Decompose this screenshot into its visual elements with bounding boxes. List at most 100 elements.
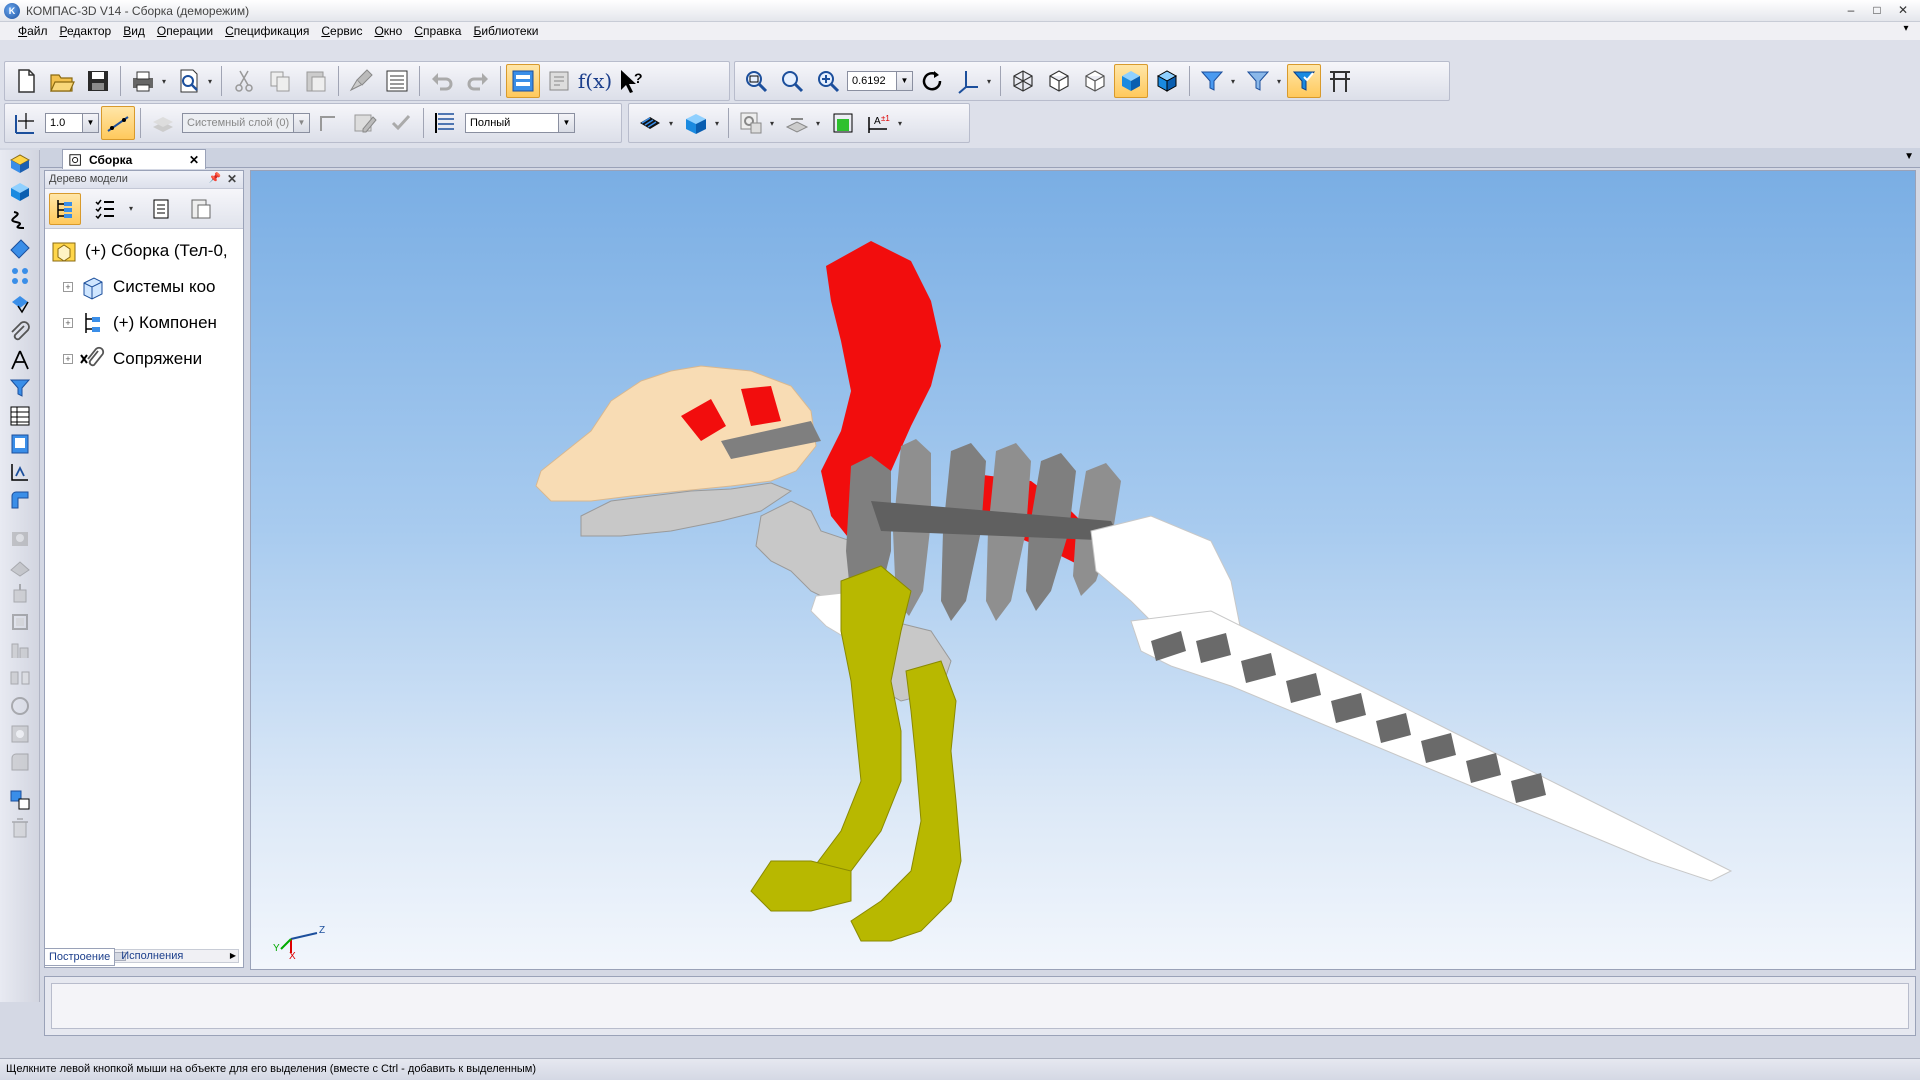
tab-versions[interactable]: Исполнения [117, 948, 187, 966]
create-object-button[interactable] [384, 106, 418, 140]
hidden-lines-button[interactable] [1042, 64, 1076, 98]
filter-dropdown-icon[interactable]: ▾ [1231, 77, 1239, 86]
tree-document-button[interactable] [145, 193, 177, 225]
variables-manager-button[interactable] [542, 64, 576, 98]
thin-hidden-lines-button[interactable] [1078, 64, 1112, 98]
edit-sketch-button[interactable] [348, 106, 382, 140]
tree-item-assembly[interactable]: (+) Сборка (Тел-0, [49, 233, 239, 269]
color-button[interactable] [679, 106, 713, 140]
zoom-dynamic-button[interactable] [775, 64, 809, 98]
dimension-dropdown-icon[interactable]: ▾ [898, 119, 906, 128]
pin-icon[interactable]: 📌 [209, 173, 221, 184]
sheet-metal-button[interactable] [4, 486, 36, 514]
reports-button[interactable] [4, 430, 36, 458]
view-manager-button[interactable] [734, 106, 768, 140]
model-tree-toggle-button[interactable] [506, 64, 540, 98]
mates-button[interactable] [4, 318, 36, 346]
layer-combo[interactable]: Системный слой (0) ▼ [182, 113, 310, 133]
component-manager-button[interactable] [4, 786, 36, 814]
snap-point-button[interactable] [9, 106, 43, 140]
select-all-filter-button[interactable] [1287, 64, 1321, 98]
orientation-dropdown-icon[interactable]: ▾ [987, 77, 995, 86]
copy-button[interactable] [263, 64, 297, 98]
bounding-box-button[interactable] [826, 106, 860, 140]
minimize-button[interactable]: – [1840, 2, 1862, 19]
tree-item-components[interactable]: + (+) Компонен [49, 305, 239, 341]
menu-specification[interactable]: Спецификация [219, 22, 315, 40]
fillet-button[interactable] [4, 748, 36, 776]
step-combo[interactable]: 1.0 ▼ [45, 113, 99, 133]
menu-view[interactable]: Вид [117, 22, 151, 40]
tree-item-mates[interactable]: + Сопряжени [49, 341, 239, 377]
rib-button[interactable] [4, 636, 36, 664]
orientation-button[interactable] [951, 64, 985, 98]
display-mode-button[interactable] [429, 106, 463, 140]
expand-icon[interactable]: + [63, 282, 73, 292]
tabs-menu-icon[interactable]: ▼ [1904, 151, 1914, 162]
measure-button[interactable] [1323, 64, 1357, 98]
hole-button[interactable] [4, 720, 36, 748]
menu-libraries[interactable]: Библиотеки [467, 22, 544, 40]
t-rex-model[interactable] [251, 171, 1916, 970]
legs[interactable] [750, 565, 962, 942]
selection-filters-button[interactable] [4, 374, 36, 402]
display-mode-combo[interactable]: Полный ▼ [465, 113, 575, 133]
spatial-curves-button[interactable] [4, 206, 36, 234]
shaded-button[interactable] [1114, 64, 1148, 98]
wireframe-button[interactable] [1006, 64, 1040, 98]
menu-window[interactable]: Окно [368, 22, 408, 40]
zoom-scale-combo[interactable]: 0.6192 ▼ [847, 71, 913, 91]
tree-properties-button[interactable] [185, 193, 217, 225]
rotate-button[interactable] [915, 64, 949, 98]
tab-construction[interactable]: Построение [44, 948, 116, 966]
3d-viewport[interactable]: Z Y X [250, 170, 1916, 970]
section-dropdown-icon[interactable]: ▾ [816, 119, 824, 128]
mirror-button[interactable] [4, 664, 36, 692]
print-button[interactable] [126, 64, 160, 98]
redo-button[interactable] [461, 64, 495, 98]
filter-alt-dropdown-icon[interactable]: ▾ [1277, 77, 1285, 86]
new-document-button[interactable] [9, 64, 43, 98]
local-cs-button[interactable] [312, 106, 346, 140]
save-button[interactable] [81, 64, 115, 98]
preview-dropdown-icon[interactable]: ▾ [208, 77, 216, 86]
chevron-down-icon[interactable]: ▼ [558, 114, 574, 132]
zoom-in-button[interactable] [811, 64, 845, 98]
dimension-button[interactable]: A ±1 [862, 106, 896, 140]
expand-icon[interactable]: + [63, 318, 73, 328]
layer-button[interactable] [146, 106, 180, 140]
arrays-button[interactable] [4, 262, 36, 290]
menu-file[interactable]: Файл [12, 22, 54, 40]
tree-filter-dropdown-icon[interactable]: ▾ [129, 204, 137, 213]
properties-button[interactable] [380, 64, 414, 98]
revolve-button[interactable] [4, 692, 36, 720]
measure-tools-button[interactable] [4, 346, 36, 374]
undo-button[interactable] [425, 64, 459, 98]
help-pointer-button[interactable]: ? [614, 64, 648, 98]
shell-button[interactable] [4, 608, 36, 636]
format-painter-button[interactable] [344, 64, 378, 98]
pipe-tools-button[interactable] [4, 524, 36, 552]
open-button[interactable] [45, 64, 79, 98]
filter-button[interactable] [1195, 64, 1229, 98]
shaded-edges-button[interactable] [1150, 64, 1184, 98]
variables-button[interactable]: f(x) [578, 64, 612, 98]
tree-filter-button[interactable] [89, 193, 121, 225]
paste-button[interactable] [299, 64, 333, 98]
menu-help[interactable]: Справка [408, 22, 467, 40]
chevron-down-icon[interactable]: ▼ [293, 114, 309, 132]
hatch-button[interactable] [633, 106, 667, 140]
close-icon[interactable]: ✕ [189, 153, 199, 167]
filter-alt-button[interactable] [1241, 64, 1275, 98]
view-manager-dropdown-icon[interactable]: ▾ [770, 119, 778, 128]
tail[interactable] [1130, 610, 1733, 882]
print-dropdown-icon[interactable]: ▾ [162, 77, 170, 86]
hatch-dropdown-icon[interactable]: ▾ [669, 119, 677, 128]
tree-item-coordinate-systems[interactable]: + Системы коо [49, 269, 239, 305]
close-panel-icon[interactable]: ✕ [227, 172, 237, 186]
cut-button[interactable] [227, 64, 261, 98]
assembly-components-button[interactable] [4, 290, 36, 318]
preview-button[interactable] [172, 64, 206, 98]
grid-snap-button[interactable] [101, 106, 135, 140]
section-button[interactable] [780, 106, 814, 140]
